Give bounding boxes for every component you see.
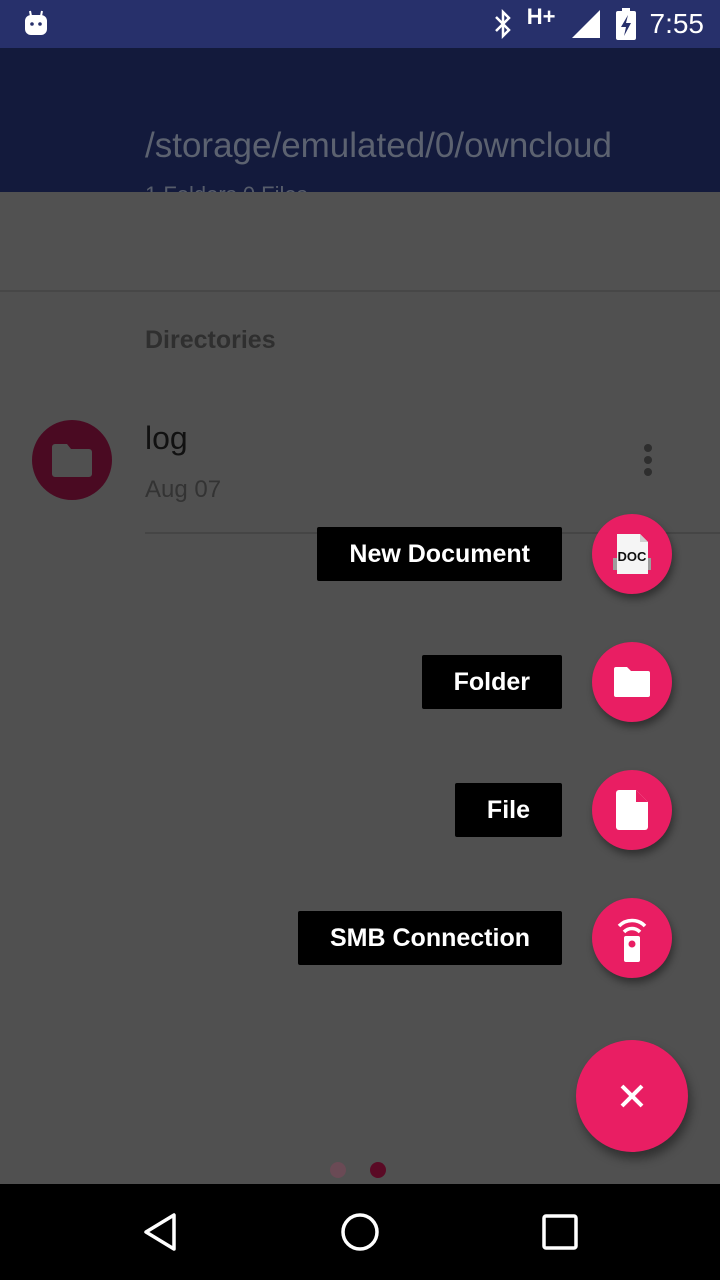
page-indicator (330, 1162, 386, 1178)
battery-charging-icon (615, 8, 636, 40)
fab-item-smb-connection[interactable]: SMB Connection (298, 898, 672, 978)
fab-label[interactable]: File (454, 783, 562, 837)
recents-icon (542, 1214, 578, 1250)
item-date: Aug 07 (145, 476, 222, 503)
fab-label[interactable]: SMB Connection (298, 911, 562, 965)
tab-strip (0, 192, 720, 292)
svg-text:DOC: DOC (618, 549, 648, 564)
back-button[interactable] (136, 1208, 184, 1256)
fab-item-new-document[interactable]: New Document DOC (317, 514, 672, 594)
close-icon (620, 1084, 644, 1108)
new-file-button[interactable] (592, 770, 672, 850)
close-fab-button[interactable] (576, 1040, 688, 1152)
remote-icon (617, 918, 647, 962)
folder-avatar[interactable] (32, 420, 112, 500)
current-path[interactable]: /storage/emulated/0/owncloud (145, 126, 612, 166)
home-icon (341, 1213, 379, 1251)
bluetooth-icon (494, 9, 511, 39)
folder-icon (52, 444, 92, 477)
smb-connection-button[interactable] (592, 898, 672, 978)
home-button[interactable] (336, 1208, 384, 1256)
status-icons: H+ 7:55 (493, 0, 704, 48)
page-dot-2-active[interactable] (370, 1162, 386, 1178)
navigation-bar (0, 1184, 720, 1280)
fab-item-folder[interactable]: Folder (421, 642, 672, 722)
section-header-directories: Directories (145, 326, 276, 354)
fab-label[interactable]: Folder (421, 655, 562, 709)
android-notification-icon (25, 10, 47, 35)
back-icon (144, 1213, 176, 1251)
clock: 7:55 (649, 8, 705, 39)
more-options-icon[interactable] (636, 440, 660, 480)
signal-icon (571, 10, 600, 38)
new-document-button[interactable]: DOC (592, 514, 672, 594)
network-type: H+ (526, 4, 556, 29)
path-toolbar: /storage/emulated/0/owncloud 1 Folders 0… (0, 48, 720, 207)
item-name: log (145, 420, 188, 456)
fab-item-file[interactable]: File (454, 770, 672, 850)
file-icon (616, 790, 648, 830)
folder-icon (614, 667, 650, 697)
recents-button[interactable] (536, 1208, 584, 1256)
doc-icon: DOC (613, 534, 651, 574)
status-bar: H+ 7:55 (0, 0, 720, 48)
fab-label[interactable]: New Document (317, 527, 562, 581)
page-dot-1[interactable] (330, 1162, 346, 1178)
new-folder-button[interactable] (592, 642, 672, 722)
